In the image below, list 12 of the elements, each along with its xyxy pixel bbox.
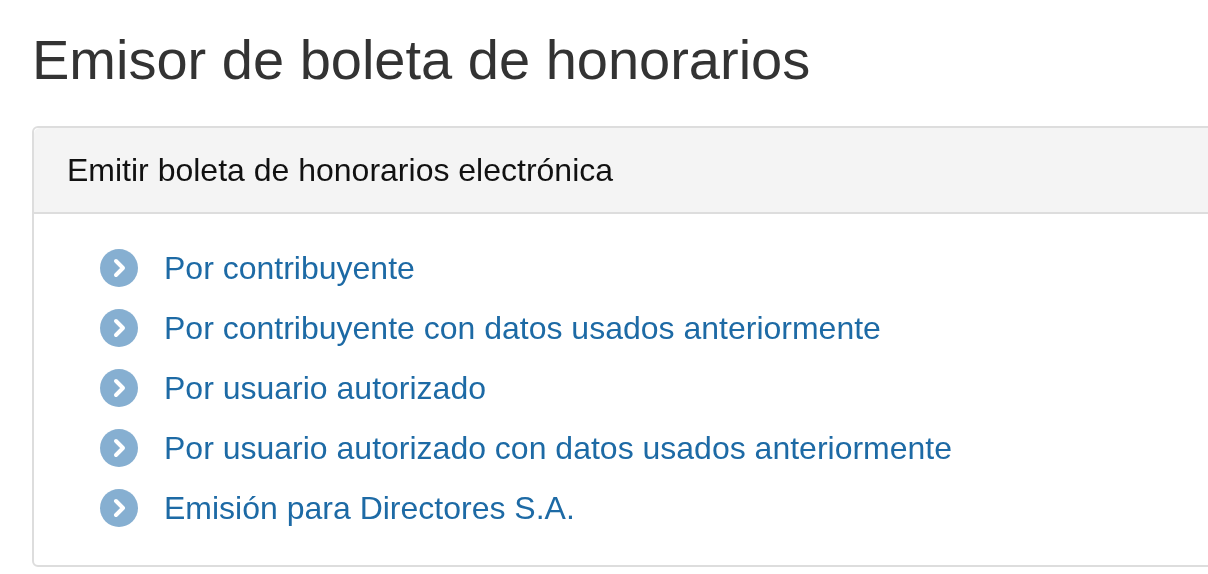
chevron-icon — [100, 249, 138, 287]
chevron-icon — [100, 369, 138, 407]
option-link[interactable]: Por contribuyente con datos usados anteriormente — [164, 309, 881, 347]
panel-title: Emitir boleta de honorarios electrónica — [67, 151, 614, 189]
chevron-icon — [100, 489, 138, 527]
option-link[interactable]: Por usuario autorizado — [164, 369, 486, 407]
option-link[interactable]: Emisión para Directores S.A. — [164, 489, 575, 527]
option-link[interactable]: Por usuario autorizado con datos usados anteriormente — [164, 429, 953, 467]
page-title: Emisor de boleta de honorarios — [32, 27, 812, 93]
option-link[interactable]: Por contribuyente — [164, 249, 415, 287]
chevron-icon — [100, 429, 138, 467]
chevron-icon — [100, 309, 138, 347]
